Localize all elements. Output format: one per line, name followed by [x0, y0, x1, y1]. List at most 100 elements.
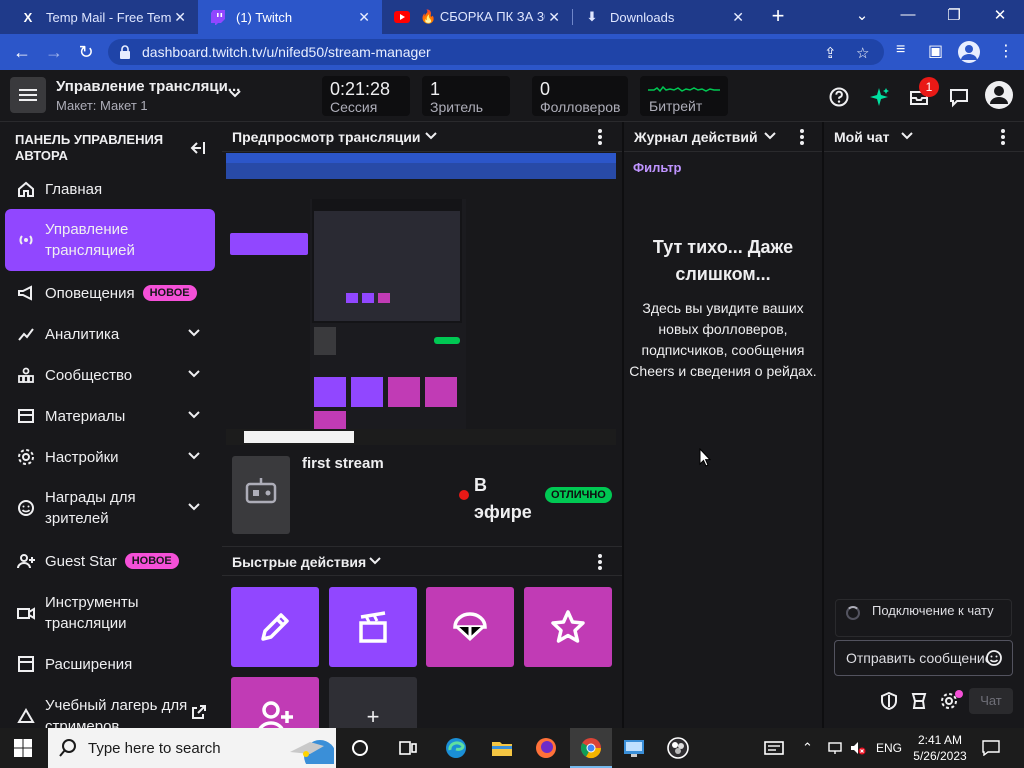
sidebar-item-settings[interactable]: Настройки [5, 446, 215, 468]
input-language[interactable]: ENG [876, 741, 902, 755]
browser-tab-youtube[interactable]: 🔥 СБОРКА ПК ЗА 30К ✕ [382, 0, 572, 34]
sidebar-item-viewer-rewards[interactable]: Награды для зрителей [5, 486, 215, 530]
sidebar-item-guest-star[interactable]: Guest Star НОВОЕ [5, 550, 215, 572]
taskbar-news-icon[interactable] [762, 736, 786, 760]
volume-muted-icon[interactable] [850, 741, 866, 755]
clapperboard-icon [359, 611, 387, 643]
chat-panel: Мой чат [824, 122, 1024, 728]
panel-title: Быстрые действия [232, 554, 367, 570]
stream-title[interactable]: first stream [302, 455, 384, 472]
sidebar-item-content[interactable]: Материалы [5, 405, 215, 427]
sidebar-item-home[interactable]: Главная [5, 178, 215, 200]
sidebar-item-extensions[interactable]: Расширения [5, 653, 215, 675]
address-bar[interactable]: dashboard.twitch.tv/u/nifed50/stream-man… [108, 39, 884, 65]
channel-points-icon[interactable] [910, 692, 928, 710]
more-options-icon[interactable] [1001, 127, 1007, 147]
user-avatar-icon[interactable] [984, 80, 1014, 110]
bookmark-star-icon[interactable]: ☆ [856, 44, 869, 62]
network-icon[interactable] [828, 741, 842, 755]
taskbar-search-box[interactable]: Type here to search [48, 728, 336, 768]
session-label: Сессия [330, 99, 378, 115]
chevron-down-icon[interactable] [368, 555, 382, 569]
new-badge: НОВОЕ [124, 553, 179, 569]
window-close-icon[interactable]: ✕ [990, 6, 1010, 24]
side-panel-icon[interactable]: ▣ [928, 41, 943, 61]
page-title: Управление трансляци... [56, 78, 241, 95]
menu-icon[interactable] [10, 77, 46, 113]
highlight-button[interactable] [524, 587, 612, 667]
stream-health-badge[interactable]: ОТЛИЧНО [545, 487, 612, 503]
more-options-icon[interactable] [800, 127, 806, 147]
notification-center-icon[interactable] [982, 740, 1000, 756]
stream-category-thumbnail[interactable] [232, 456, 290, 534]
tab-search-chevron-icon[interactable]: ⌄ [852, 6, 872, 24]
sidebar-item-alerts[interactable]: Оповещения НОВОЕ [5, 282, 215, 304]
browser-tab-twitch[interactable]: (1) Twitch ✕ [198, 0, 382, 34]
edit-stream-info-button[interactable] [231, 587, 319, 667]
close-icon[interactable]: ✕ [548, 9, 560, 26]
edge-browser-icon[interactable] [444, 736, 468, 760]
more-options-icon[interactable] [598, 127, 604, 147]
browser-menu-icon[interactable]: ⋮ [998, 41, 1014, 61]
layout-chevron-down-icon[interactable] [228, 86, 242, 102]
chevron-down-icon[interactable] [900, 130, 914, 144]
sparkle-icon[interactable] [868, 86, 890, 108]
forward-arrow-icon[interactable]: → [42, 40, 66, 64]
minimize-icon[interactable]: — [898, 6, 918, 23]
mod-shield-icon[interactable] [880, 692, 898, 710]
clock-date: 5/26/2023 [913, 749, 967, 763]
media-control-icon[interactable]: ≡ [896, 41, 905, 59]
file-explorer-icon[interactable] [490, 736, 514, 760]
add-quick-action-button[interactable]: + [329, 677, 417, 728]
whispers-icon[interactable] [948, 86, 970, 108]
browser-tab-temp-mail[interactable]: X Temp Mail - Free Temp ✕ [8, 0, 198, 34]
filter-link[interactable]: Фильтр [633, 160, 682, 175]
lock-icon [120, 45, 130, 59]
panel-title: Журнал действий [634, 129, 758, 145]
close-icon[interactable]: ✕ [732, 9, 744, 26]
windows-start-icon[interactable] [14, 739, 32, 757]
tab-title-text: СБОРКА ПК ЗА 30К [439, 9, 545, 24]
chat-send-button[interactable]: Чат [969, 688, 1013, 714]
more-options-icon[interactable] [598, 552, 604, 572]
tray-chevron-up-icon[interactable]: ⌃ [802, 740, 813, 756]
sidebar-item-stream-manager[interactable]: Управление трансляцией [5, 209, 215, 271]
search-highlight-illustration [290, 740, 334, 764]
restore-icon[interactable]: ❐ [944, 6, 964, 24]
emote-picker-icon[interactable] [985, 649, 1003, 667]
close-icon[interactable]: ✕ [358, 9, 370, 26]
sidebar-item-label: Guest Star [45, 552, 117, 570]
sidebar-item-analytics[interactable]: Аналитика [5, 323, 215, 345]
chevron-down-icon[interactable] [424, 130, 438, 144]
system-clock[interactable]: 2:41 AM 5/26/2023 [905, 732, 975, 764]
obs-studio-icon[interactable] [666, 736, 690, 760]
sidebar-item-bootcamp[interactable]: Учебный лагерь для стримеров [5, 694, 215, 728]
tab-title: 🔥 СБОРКА ПК ЗА 30К [420, 9, 545, 25]
back-arrow-icon[interactable]: ← [10, 40, 34, 64]
profile-avatar-icon[interactable] [958, 41, 980, 63]
sidebar-item-broadcast-tools[interactable]: Инструменты трансляции [5, 591, 215, 635]
drops-button[interactable] [426, 587, 514, 667]
reload-icon[interactable]: ↻ [74, 40, 98, 64]
activity-feed-panel: Журнал действий [624, 122, 822, 728]
remote-desktop-icon[interactable] [622, 736, 646, 760]
new-tab-button[interactable]: + [766, 4, 790, 28]
sidebar-item-community[interactable]: Сообщество [5, 364, 215, 386]
share-icon[interactable]: ⇪ [824, 44, 837, 62]
live-indicator-dot [459, 490, 469, 500]
chevron-down-icon[interactable] [763, 130, 777, 144]
sidebar-item-label: Учебный лагерь для стримеров [45, 697, 188, 728]
chat-message-input[interactable]: Отправить сообщение [834, 640, 1013, 676]
cortana-icon[interactable] [348, 736, 372, 760]
stream-preview-video[interactable] [226, 153, 616, 445]
help-icon[interactable] [828, 86, 850, 108]
firefox-icon[interactable] [534, 736, 558, 760]
collapse-sidebar-icon[interactable] [188, 140, 206, 161]
close-icon[interactable]: ✕ [174, 9, 186, 26]
run-ad-button[interactable] [329, 587, 417, 667]
browser-tab-downloads[interactable]: ⬇ Downloads ✕ [572, 0, 756, 34]
raid-button[interactable] [231, 677, 319, 728]
chrome-icon[interactable] [579, 736, 603, 760]
task-view-icon[interactable] [396, 736, 420, 760]
panel-header: Мой чат [824, 122, 1024, 152]
